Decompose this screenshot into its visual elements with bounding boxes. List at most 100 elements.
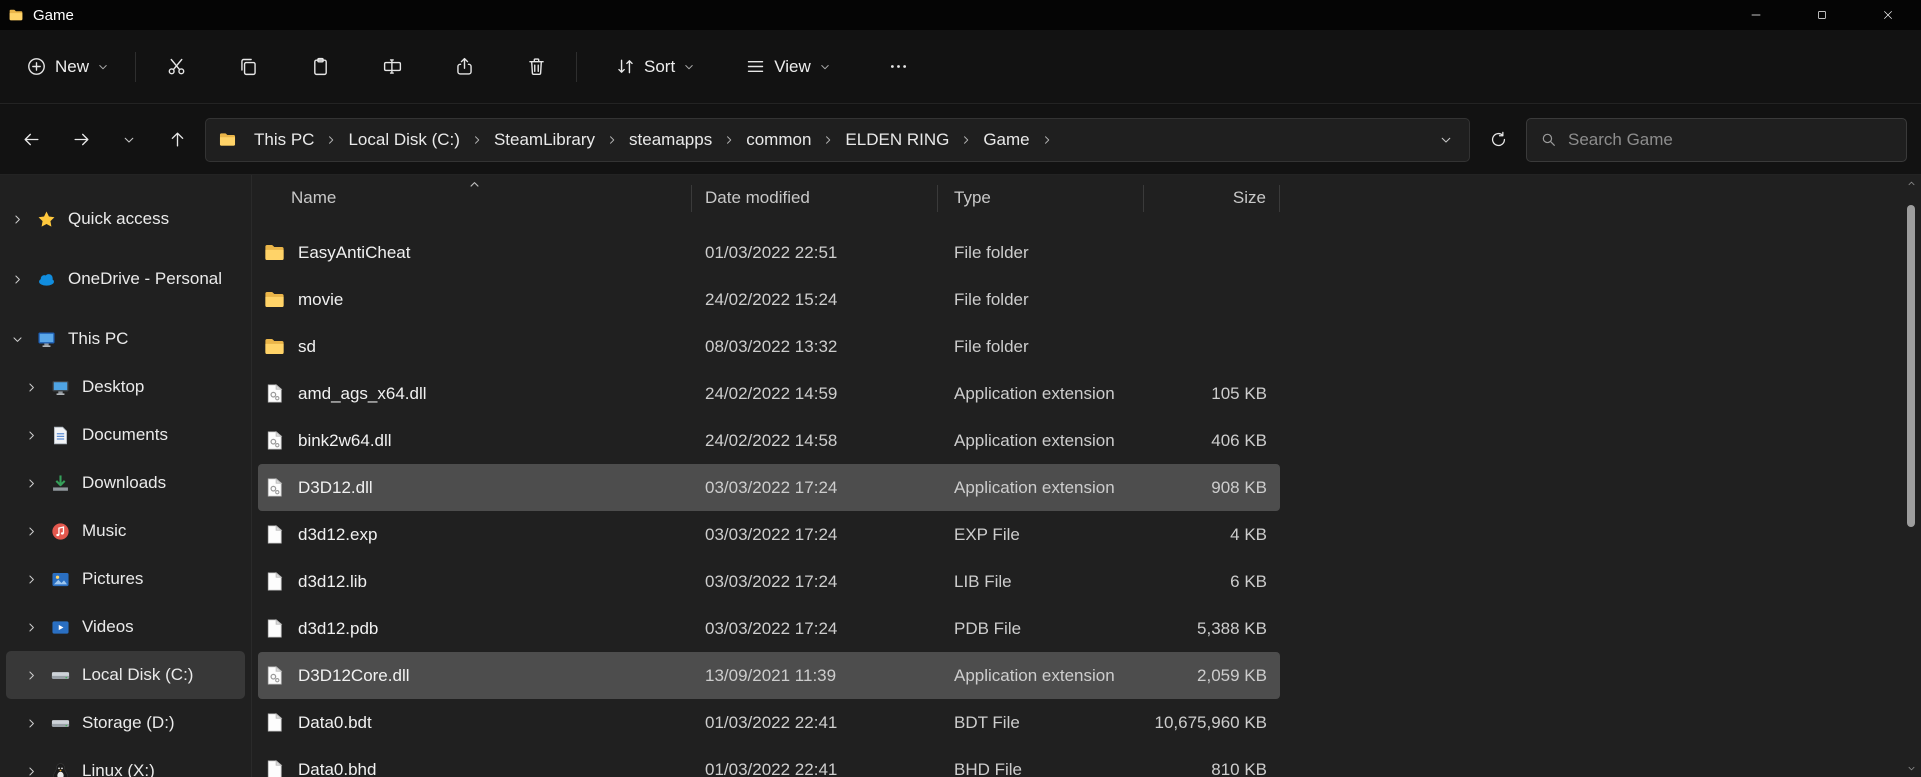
search-input[interactable]: Search Game bbox=[1526, 117, 1907, 162]
sidebar-item-linux-x[interactable]: Linux (X:) bbox=[6, 747, 245, 777]
file-row-d3d12core-dll[interactable]: D3D12Core.dll 13/09/2021 11:39 Application… bbox=[258, 652, 1280, 699]
dll-icon bbox=[263, 476, 286, 499]
rename-button[interactable] bbox=[366, 44, 418, 90]
sidebar-item-documents[interactable]: Documents bbox=[6, 411, 245, 459]
chevron-right-icon[interactable] bbox=[24, 381, 38, 394]
scrollbar[interactable] bbox=[1904, 175, 1918, 777]
sidebar-item-quick-access[interactable]: Quick access bbox=[6, 195, 245, 243]
column-header-date-modified[interactable]: Date modified bbox=[692, 184, 938, 212]
new-button[interactable]: New bbox=[14, 44, 121, 90]
close-button[interactable] bbox=[1855, 0, 1921, 30]
file-date-cell: 24/02/2022 14:58 bbox=[705, 430, 838, 450]
file-name: sd bbox=[298, 336, 316, 356]
minimize-button[interactable] bbox=[1723, 0, 1789, 30]
more-button[interactable] bbox=[873, 44, 925, 90]
file-row-d3d12-dll[interactable]: D3D12.dll 03/03/2022 17:24 Application ext… bbox=[258, 464, 1280, 511]
sidebar-item-desktop[interactable]: Desktop bbox=[6, 363, 245, 411]
chevron-right-icon[interactable] bbox=[958, 134, 974, 146]
file-name-cell: d3d12.exp bbox=[258, 523, 692, 546]
column-header-type[interactable]: Type bbox=[938, 184, 1144, 212]
recent-locations-button[interactable] bbox=[109, 120, 149, 160]
address-dropdown-button[interactable] bbox=[1433, 127, 1459, 153]
breadcrumb-item-this-pc[interactable]: This PC bbox=[247, 126, 321, 154]
maximize-button[interactable] bbox=[1789, 0, 1855, 30]
file-name-cell: Data0.bdt bbox=[258, 711, 692, 734]
chevron-right-icon[interactable] bbox=[24, 525, 38, 538]
sidebar-item-local-disk-c[interactable]: Local Disk (C:) bbox=[6, 651, 245, 699]
sidebar-item-this-pc[interactable]: This PC bbox=[6, 315, 245, 363]
sidebar-item-downloads[interactable]: Downloads bbox=[6, 459, 245, 507]
up-button[interactable] bbox=[155, 120, 199, 160]
file-row-bink2w64-dll[interactable]: bink2w64.dll 24/02/2022 14:58 Application … bbox=[258, 417, 1280, 464]
delete-button[interactable] bbox=[510, 44, 562, 90]
breadcrumb-item-steamapps[interactable]: steamapps bbox=[622, 126, 719, 154]
sidebar-item-pictures[interactable]: Pictures bbox=[6, 555, 245, 603]
chevron-right-icon[interactable] bbox=[323, 134, 339, 146]
address-bar[interactable]: This PC Local Disk (C:) SteamLibrary steama… bbox=[205, 117, 1470, 162]
refresh-button[interactable] bbox=[1476, 120, 1520, 160]
chevron-right-icon[interactable] bbox=[24, 621, 38, 634]
file-row-easyanticheat[interactable]: EasyAntiCheat 01/03/2022 22:51 File folder bbox=[258, 229, 1280, 276]
breadcrumb-item-game[interactable]: Game bbox=[976, 126, 1036, 154]
scroll-down-icon[interactable] bbox=[1906, 763, 1917, 774]
sidebar-item-label: Pictures bbox=[82, 569, 144, 588]
sidebar-item-storage-d[interactable]: Storage (D:) bbox=[6, 699, 245, 747]
paste-button[interactable] bbox=[294, 44, 346, 90]
folder-icon bbox=[263, 241, 286, 264]
sidebar-item-videos[interactable]: Videos bbox=[6, 603, 245, 651]
file-date-cell: 13/09/2021 11:39 bbox=[705, 665, 837, 685]
file-row-d3d12-pdb[interactable]: d3d12.pdb 03/03/2022 17:24 PDB File 5,388 K… bbox=[258, 605, 1280, 652]
file-row-movie[interactable]: movie 24/02/2022 15:24 File folder bbox=[258, 276, 1280, 323]
scrollbar-thumb[interactable] bbox=[1907, 205, 1915, 527]
breadcrumb-item-steamlibrary[interactable]: SteamLibrary bbox=[487, 126, 602, 154]
chevron-right-icon[interactable] bbox=[24, 573, 38, 586]
chevron-right-icon[interactable] bbox=[10, 273, 24, 286]
copy-button[interactable] bbox=[222, 44, 274, 90]
chevron-right-icon[interactable] bbox=[1039, 134, 1055, 146]
file-type-cell: File folder bbox=[954, 242, 1029, 262]
forward-button[interactable] bbox=[59, 120, 103, 160]
file-size-cell: 105 KB bbox=[1211, 383, 1267, 403]
file-date-cell: 03/03/2022 17:24 bbox=[705, 571, 838, 591]
file-date-cell: 03/03/2022 17:24 bbox=[705, 618, 838, 638]
cut-button[interactable] bbox=[150, 44, 202, 90]
chevron-down-icon[interactable] bbox=[10, 333, 24, 346]
back-button[interactable] bbox=[9, 120, 53, 160]
chevron-right-icon[interactable] bbox=[24, 669, 38, 682]
file-icon bbox=[263, 570, 286, 593]
chevron-right-icon[interactable] bbox=[24, 429, 38, 442]
chevron-right-icon[interactable] bbox=[10, 213, 24, 226]
window-title: Game bbox=[33, 6, 74, 24]
sidebar-item-onedrive-personal[interactable]: OneDrive - Personal bbox=[6, 255, 245, 303]
scroll-up-icon[interactable] bbox=[1906, 178, 1917, 189]
breadcrumb-item-elden-ring[interactable]: ELDEN RING bbox=[838, 126, 956, 154]
chevron-right-icon[interactable] bbox=[24, 765, 38, 777]
arrow-up-icon bbox=[168, 130, 187, 149]
file-icon bbox=[263, 523, 286, 546]
file-row-data0-bdt[interactable]: Data0.bdt 01/03/2022 22:41 BDT File 10,675,… bbox=[258, 699, 1280, 746]
chevron-right-icon[interactable] bbox=[721, 134, 737, 146]
breadcrumb-item-common[interactable]: common bbox=[739, 126, 818, 154]
file-size-cell: 406 KB bbox=[1211, 430, 1267, 450]
file-row-sd[interactable]: sd 08/03/2022 13:32 File folder bbox=[258, 323, 1280, 370]
arrow-left-icon bbox=[22, 130, 41, 149]
share-button[interactable] bbox=[438, 44, 490, 90]
chevron-right-icon[interactable] bbox=[469, 134, 485, 146]
chevron-right-icon[interactable] bbox=[604, 134, 620, 146]
file-row-data0-bhd[interactable]: Data0.bhd 01/03/2022 22:41 BHD File 810 KB bbox=[258, 746, 1280, 777]
chevron-right-icon[interactable] bbox=[820, 134, 836, 146]
breadcrumb-item-local-disk-c[interactable]: Local Disk (C:) bbox=[341, 126, 466, 154]
chevron-right-icon[interactable] bbox=[24, 717, 38, 730]
sidebar-item-music[interactable]: Music bbox=[6, 507, 245, 555]
file-row-amd-ags-x64-dll[interactable]: amd_ags_x64.dll 24/02/2022 14:59 Applicati… bbox=[258, 370, 1280, 417]
file-row-d3d12-lib[interactable]: d3d12.lib 03/03/2022 17:24 LIB File 6 KB bbox=[258, 558, 1280, 605]
file-row-d3d12-exp[interactable]: d3d12.exp 03/03/2022 17:24 EXP File 4 KB bbox=[258, 511, 1280, 558]
column-header-size[interactable]: Size bbox=[1144, 184, 1280, 212]
arrow-right-icon bbox=[72, 130, 91, 149]
sort-button[interactable]: Sort bbox=[603, 44, 707, 90]
view-button[interactable]: View bbox=[733, 44, 843, 90]
file-size-cell: 2,059 KB bbox=[1197, 665, 1267, 685]
chevron-right-icon[interactable] bbox=[24, 477, 38, 490]
command-bar: New Sort View bbox=[0, 30, 1921, 104]
file-type-cell: Application extension bbox=[954, 665, 1115, 685]
